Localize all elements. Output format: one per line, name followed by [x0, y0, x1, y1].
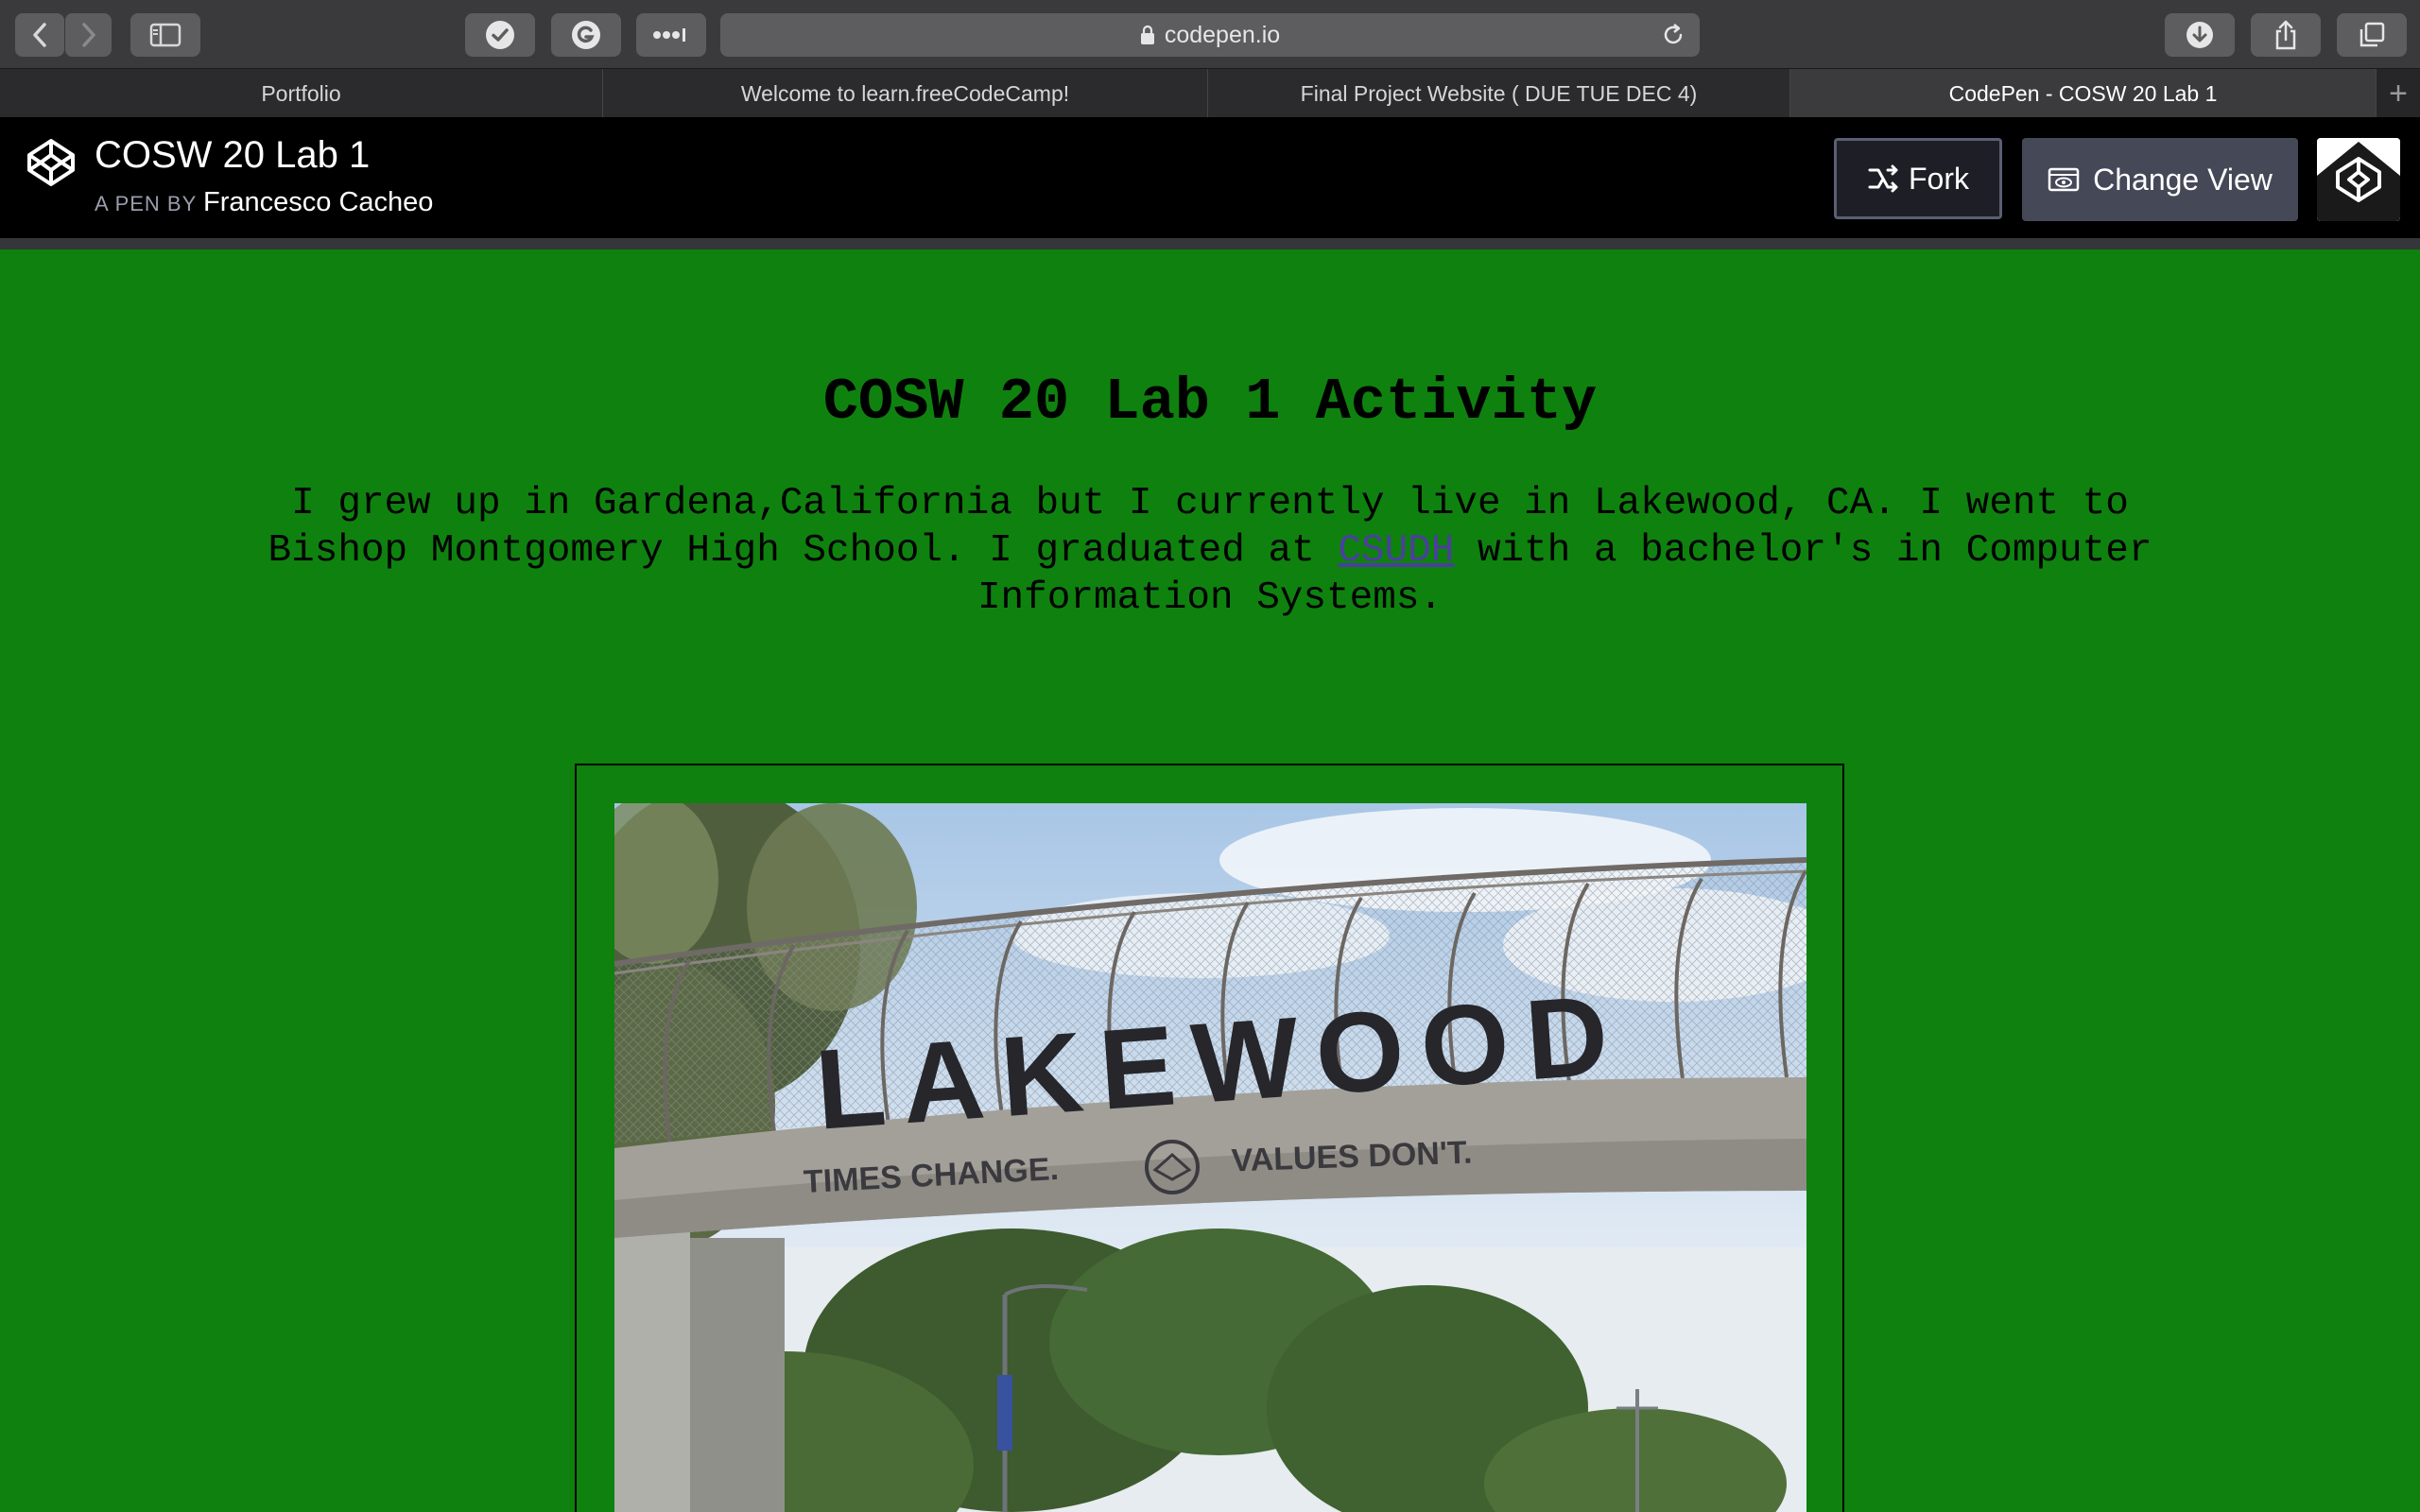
lock-icon — [1140, 25, 1154, 44]
tab-freecodecamp[interactable]: Welcome to learn.freeCodeCamp! — [603, 69, 1208, 118]
forward-button[interactable] — [64, 13, 112, 57]
address-bar[interactable]: codepen.io — [720, 13, 1700, 57]
plus-icon: + — [2389, 75, 2408, 112]
back-button[interactable] — [15, 13, 64, 57]
change-view-button[interactable]: Change View — [2022, 138, 2298, 221]
change-view-icon — [2048, 167, 2080, 192]
tab-portfolio[interactable]: Portfolio — [0, 69, 603, 118]
csudh-link[interactable]: CSUDH — [1338, 529, 1454, 573]
tab-label: Final Project Website ( DUE TUE DEC 4) — [1300, 80, 1698, 106]
tab-label: Welcome to learn.freeCodeCamp! — [740, 80, 1070, 106]
chevron-right-icon — [81, 23, 95, 47]
extension-check-button[interactable] — [465, 13, 535, 57]
tab-codepen[interactable]: CodePen - COSW 20 Lab 1 — [1790, 69, 2377, 118]
share-icon — [2275, 20, 2296, 50]
author-link[interactable]: Francesco Cacheo — [203, 187, 433, 217]
page-heading: COSW 20 Lab 1 Activity — [822, 369, 1598, 436]
chevron-left-icon — [33, 23, 46, 47]
codepen-logo-icon[interactable] — [26, 138, 76, 187]
browser-toolbar: codepen.io — [0, 0, 2420, 68]
fork-label: Fork — [1909, 161, 1969, 196]
more-dots-icon — [653, 28, 685, 42]
checkmark-icon — [486, 21, 514, 49]
download-icon — [2187, 22, 2213, 48]
tab-bar: Portfolio Welcome to learn.freeCodeCamp!… — [0, 68, 2420, 118]
lakewood-bridge-image: LAKEWOOD TIMES CHANGE. VALUES DON'T. — [614, 803, 1806, 1512]
new-tab-button[interactable]: + — [2377, 69, 2420, 118]
change-view-label: Change View — [2093, 162, 2273, 197]
codepen-header: COSW 20 Lab 1 A PEN BY Francesco Cacheo … — [0, 117, 2420, 238]
avatar-image — [2317, 138, 2400, 221]
user-avatar[interactable] — [2317, 138, 2400, 221]
share-button[interactable] — [2251, 13, 2321, 57]
tab-final-project[interactable]: Final Project Website ( DUE TUE DEC 4) — [1208, 69, 1790, 118]
tab-overview-icon — [2360, 22, 2385, 47]
grammarly-button[interactable] — [551, 13, 621, 57]
tab-label: CodePen - COSW 20 Lab 1 — [1948, 80, 2218, 106]
downloads-button[interactable] — [2165, 13, 2235, 57]
pen-title: COSW 20 Lab 1 — [95, 134, 371, 176]
tab-overview-button[interactable] — [2337, 13, 2407, 57]
pen-preview: COSW 20 Lab 1 Activity I grew up in Gard… — [0, 249, 2420, 1512]
extension-more-button[interactable] — [636, 13, 706, 57]
pen-byline: A PEN BY Francesco Cacheo — [95, 187, 433, 218]
header-divider — [0, 238, 2420, 249]
reload-icon[interactable] — [1660, 22, 1686, 48]
sidebar-toggle-button[interactable] — [130, 13, 200, 57]
tab-label: Portfolio — [261, 80, 341, 106]
byline-prefix: A PEN BY — [95, 192, 197, 215]
sidebar-icon — [149, 23, 182, 47]
image-frame: LAKEWOOD TIMES CHANGE. VALUES DON'T. — [575, 764, 1844, 1512]
fork-icon — [1868, 164, 1898, 193]
grammarly-icon — [572, 21, 600, 49]
lakewood-bridge-photo: LAKEWOOD TIMES CHANGE. VALUES DON'T. — [614, 803, 1806, 1512]
intro-paragraph: I grew up in Gardena,California but I cu… — [246, 480, 2174, 622]
url-text: codepen.io — [1164, 21, 1281, 48]
fork-button[interactable]: Fork — [1834, 138, 2002, 219]
